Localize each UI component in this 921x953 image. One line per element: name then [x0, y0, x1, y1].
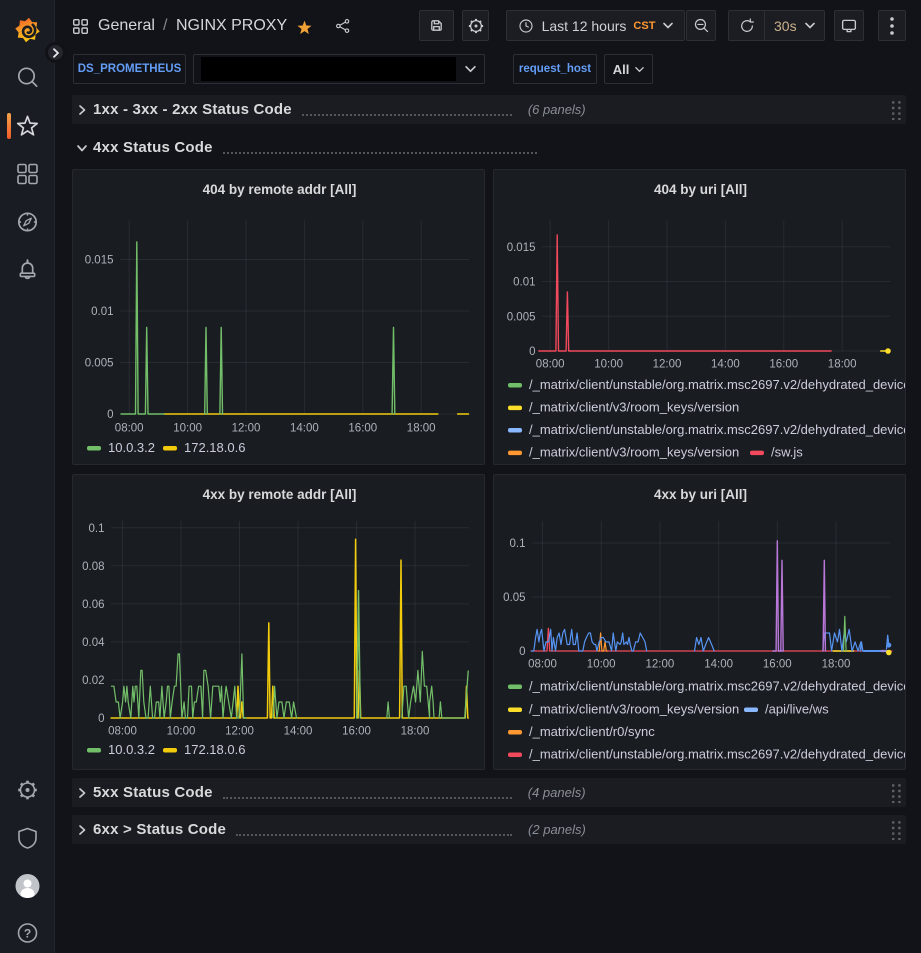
svg-text:16:00: 16:00 [348, 423, 377, 435]
svg-text:0.005: 0.005 [85, 358, 114, 370]
svg-text:14:00: 14:00 [711, 359, 740, 371]
svg-text:16:00: 16:00 [763, 659, 792, 671]
svg-text:18:00: 18:00 [401, 726, 430, 738]
svg-text:0.005: 0.005 [507, 311, 536, 323]
svg-text:/sw.js: /sw.js [771, 445, 803, 460]
svg-text:08:00: 08:00 [115, 423, 144, 435]
svg-text:172.18.0.6: 172.18.0.6 [184, 742, 245, 757]
svg-text:12:00: 12:00 [225, 726, 254, 738]
svg-text:18:00: 18:00 [822, 659, 851, 671]
svg-text:0.01: 0.01 [91, 306, 113, 318]
svg-text:/api/live/ws: /api/live/ws [765, 702, 829, 717]
svg-text:10.0.3.2: 10.0.3.2 [108, 440, 155, 455]
svg-text:0.1: 0.1 [510, 538, 526, 550]
svg-text:18:00: 18:00 [407, 423, 436, 435]
svg-text:0.08: 0.08 [82, 561, 104, 573]
svg-text:16:00: 16:00 [342, 726, 371, 738]
svg-text:0.015: 0.015 [507, 242, 536, 254]
svg-text:/_matrix/client/v3/room_keys/v: /_matrix/client/v3/room_keys/version [529, 400, 739, 415]
svg-text:/_matrix/client/unstable/org.m: /_matrix/client/unstable/org.matrix.msc2… [529, 679, 906, 694]
svg-text:10:00: 10:00 [587, 659, 616, 671]
svg-text:0: 0 [98, 713, 104, 725]
svg-text:172.18.0.6: 172.18.0.6 [184, 440, 245, 455]
svg-text:/_matrix/client/unstable/org.m: /_matrix/client/unstable/org.matrix.msc2… [529, 377, 906, 392]
svg-text:14:00: 14:00 [284, 726, 313, 738]
svg-text:14:00: 14:00 [704, 659, 733, 671]
svg-text:0.05: 0.05 [503, 592, 525, 604]
svg-text:10:00: 10:00 [594, 359, 623, 371]
svg-text:16:00: 16:00 [769, 359, 798, 371]
svg-text:0: 0 [519, 646, 525, 658]
svg-text:18:00: 18:00 [828, 359, 857, 371]
svg-text:10:00: 10:00 [167, 726, 196, 738]
svg-text:0: 0 [529, 346, 535, 358]
svg-text:4xx by uri [All]: 4xx by uri [All] [654, 487, 747, 502]
svg-text:10.0.3.2: 10.0.3.2 [108, 742, 155, 757]
svg-text:12:00: 12:00 [653, 359, 682, 371]
svg-text:/_matrix/client/r0/sync: /_matrix/client/r0/sync [529, 724, 655, 739]
svg-text:08:00: 08:00 [108, 726, 137, 738]
svg-text:0.02: 0.02 [82, 675, 104, 687]
svg-text:0: 0 [107, 409, 113, 421]
svg-text:?: ? [24, 927, 31, 941]
svg-text:0.04: 0.04 [82, 637, 105, 649]
svg-text:08:00: 08:00 [528, 659, 557, 671]
svg-text:/_matrix/client/v3/room_keys/v: /_matrix/client/v3/room_keys/version [529, 702, 739, 717]
svg-text:404 by uri [All]: 404 by uri [All] [654, 182, 747, 197]
svg-text:/_matrix/client/v3/room_keys/v: /_matrix/client/v3/room_keys/version [529, 445, 739, 460]
svg-text:14:00: 14:00 [290, 423, 319, 435]
svg-text:0.01: 0.01 [513, 277, 535, 289]
svg-text:404 by remote addr [All]: 404 by remote addr [All] [203, 182, 357, 197]
svg-text:0.015: 0.015 [85, 255, 114, 267]
svg-text:12:00: 12:00 [646, 659, 675, 671]
svg-text:0.06: 0.06 [82, 599, 104, 611]
svg-text:4xx by remote addr [All]: 4xx by remote addr [All] [203, 487, 357, 502]
svg-text:08:00: 08:00 [536, 359, 565, 371]
svg-text:12:00: 12:00 [232, 423, 261, 435]
svg-text:0.1: 0.1 [89, 523, 105, 535]
svg-text:/_matrix/client/unstable/org.m: /_matrix/client/unstable/org.matrix.msc2… [529, 747, 906, 762]
svg-text:/_matrix/client/unstable/org.m: /_matrix/client/unstable/org.matrix.msc2… [529, 422, 906, 437]
svg-text:10:00: 10:00 [173, 423, 202, 435]
